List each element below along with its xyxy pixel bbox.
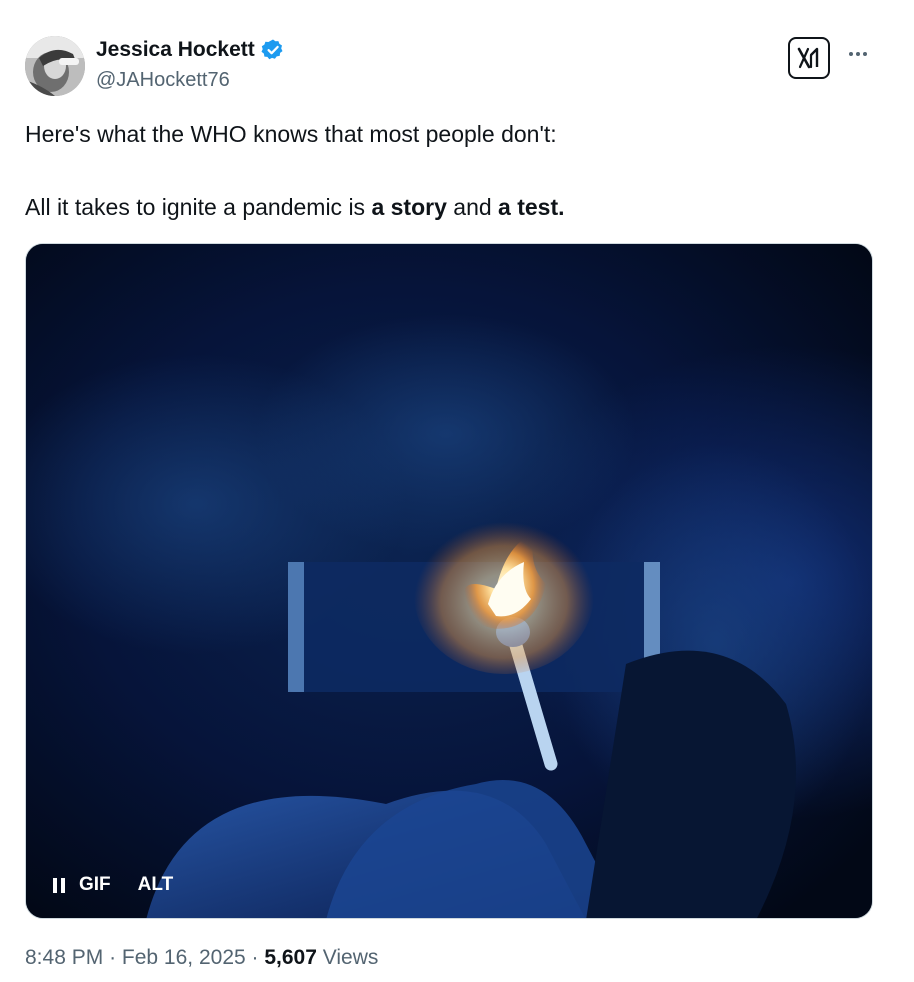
- tweet-meta: 8:48 PM · Feb 16, 2025 · 5,607 Views: [25, 944, 378, 972]
- alt-text-button[interactable]: ALT: [138, 874, 174, 896]
- tweet-text-line2: All it takes to ignite a pandemic is a s…: [25, 192, 565, 222]
- meta-separator: ·: [251, 946, 259, 969]
- avatar-image: [25, 36, 85, 96]
- views-count: 5,607: [264, 946, 317, 969]
- more-dot: [849, 52, 853, 56]
- meta-separator: ·: [109, 946, 117, 969]
- avatar[interactable]: [25, 36, 85, 96]
- x-logo-glyph: [797, 47, 819, 69]
- tweet-card: Jessica Hockett @JAHockett76 Here's what…: [0, 0, 914, 982]
- author-display-name[interactable]: Jessica Hockett: [96, 37, 255, 63]
- more-dot: [856, 52, 860, 56]
- author-handle[interactable]: @JAHockett76: [96, 67, 230, 93]
- tweet-date: Feb 16, 2025: [121, 946, 246, 969]
- x-logo-icon[interactable]: [788, 37, 830, 79]
- tweet-time-link[interactable]: 8:48 PM · Feb 16, 2025: [25, 946, 246, 969]
- pause-bar: [53, 877, 57, 893]
- gif-controls: GIF ALT: [53, 874, 173, 896]
- gif-media[interactable]: GIF ALT: [25, 243, 873, 919]
- tweet-text-prefix: All it takes to ignite a pandemic is: [25, 194, 372, 220]
- more-horizontal-icon[interactable]: [843, 42, 873, 66]
- pause-icon[interactable]: [53, 875, 65, 895]
- tweet-text-bold-story: a story: [371, 194, 447, 220]
- gif-badge: GIF: [79, 874, 111, 895]
- verified-badge-icon: [261, 39, 283, 60]
- gif-frame-match-lighting: [26, 244, 872, 918]
- pause-bar: [61, 877, 65, 893]
- tweet-text-line1: Here's what the WHO knows that most peop…: [25, 121, 557, 147]
- tweet-text-middle: and: [446, 194, 499, 220]
- views-label: Views: [322, 946, 379, 969]
- author-name-row: Jessica Hockett: [96, 37, 285, 63]
- more-dot: [863, 52, 867, 56]
- tweet-text-bold-test: a test.: [498, 194, 565, 220]
- tweet-time: 8:48 PM: [25, 946, 104, 969]
